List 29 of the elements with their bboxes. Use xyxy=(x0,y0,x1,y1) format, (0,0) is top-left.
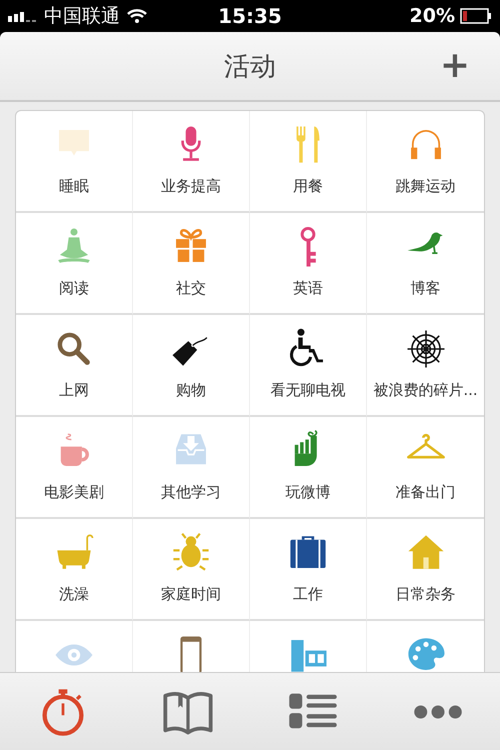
activity-tile[interactable]: 阅读 xyxy=(16,213,133,315)
carrier-name: 中国联通 xyxy=(44,4,120,29)
activity-tile[interactable]: 社交 xyxy=(133,213,250,315)
activity-tile[interactable]: 睡眠 xyxy=(16,111,133,213)
signal-icon xyxy=(8,10,38,22)
activity-tile[interactable]: 上网 xyxy=(16,315,133,417)
activity-tile[interactable]: 博客 xyxy=(367,213,484,315)
key-icon xyxy=(300,227,316,267)
wifi-icon xyxy=(126,8,148,24)
activity-tile[interactable]: 购物 xyxy=(133,315,250,417)
activity-tile[interactable]: 看无聊电视 xyxy=(250,315,367,417)
activity-tile[interactable]: 其他学习 xyxy=(133,417,250,519)
page-title: 活动 xyxy=(224,50,276,84)
activity-tile[interactable]: 洗澡 xyxy=(16,519,133,621)
battery-percentage: 20% xyxy=(410,5,455,27)
activity-tile[interactable]: 用餐 xyxy=(250,111,367,213)
activity-tile[interactable]: 跳舞运动 xyxy=(367,111,484,213)
activity-tile[interactable]: 家庭时间 xyxy=(133,519,250,621)
add-button[interactable]: + xyxy=(434,46,476,86)
clock-time: 15:35 xyxy=(218,4,282,28)
activity-tile[interactable]: 工作 xyxy=(250,519,367,621)
activity-tile[interactable]: 日常杂务 xyxy=(367,519,484,621)
battery-icon xyxy=(460,8,492,24)
activity-tile[interactable]: 业务提高 xyxy=(133,111,250,213)
activity-tile[interactable]: 玩微博 xyxy=(250,417,367,519)
activity-tile[interactable]: 准备出门 xyxy=(367,417,484,519)
activity-tile[interactable]: 英语 xyxy=(250,213,367,315)
activity-tile[interactable]: 被浪费的碎片... xyxy=(367,315,484,417)
activity-tile[interactable]: 电影美剧 xyxy=(16,417,133,519)
